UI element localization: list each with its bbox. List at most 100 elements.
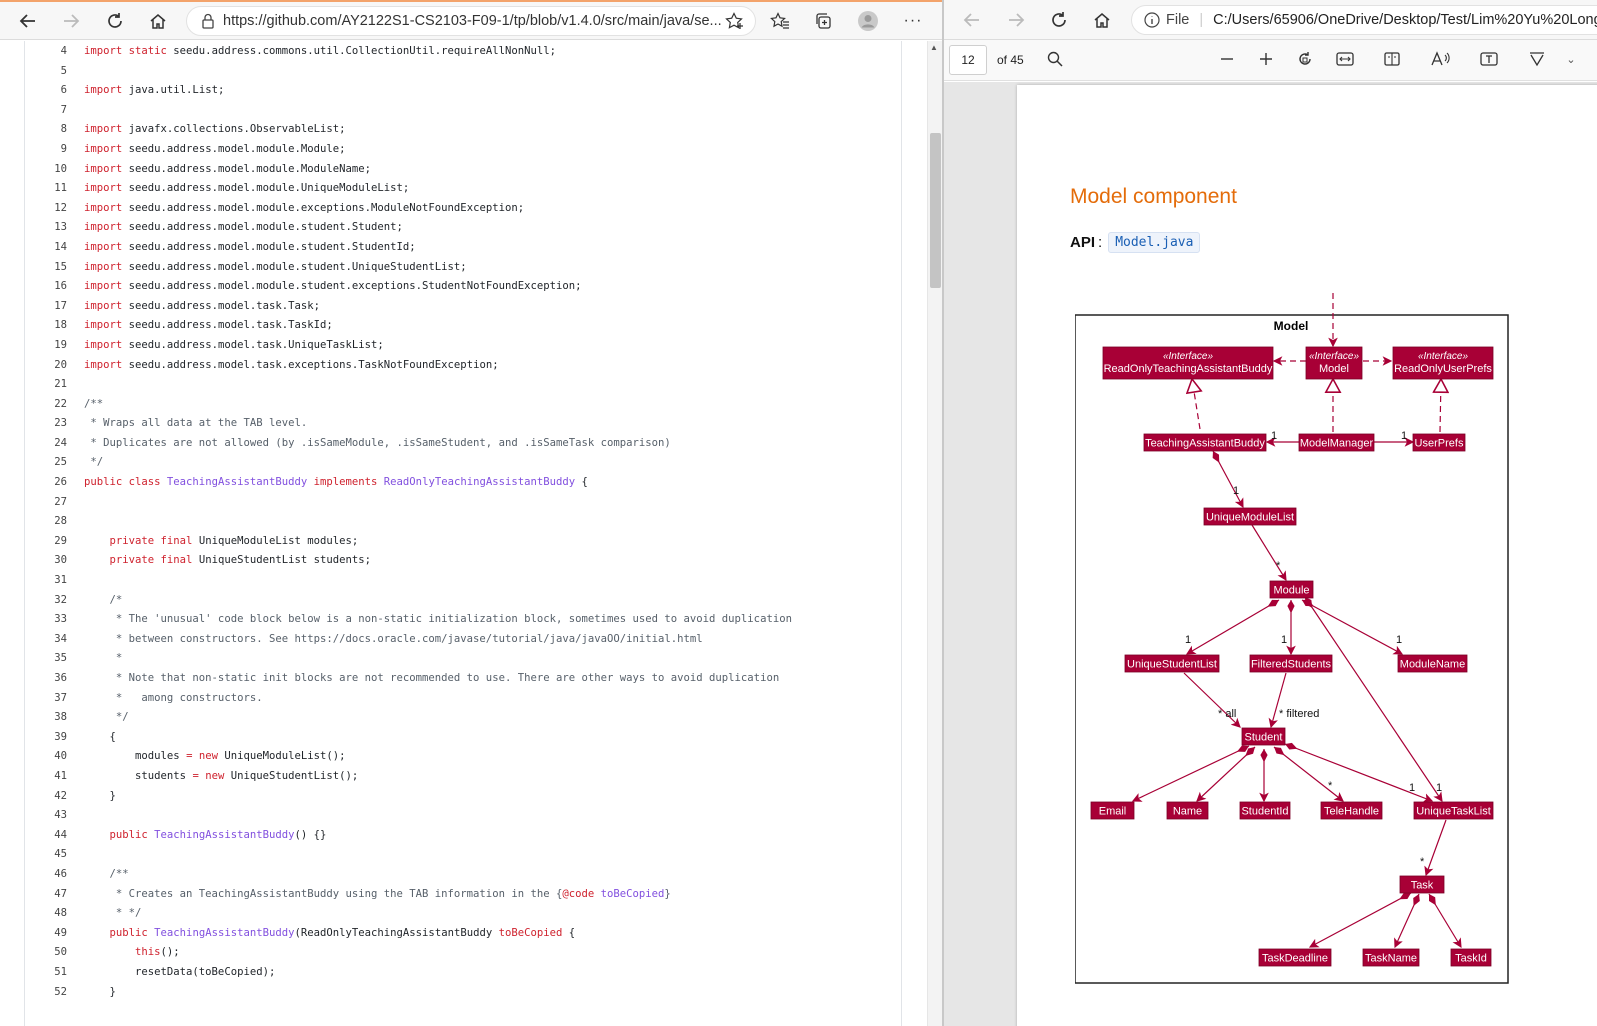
refresh-button[interactable] [1044, 5, 1074, 35]
fit-width-button[interactable] [1330, 44, 1360, 74]
line-number[interactable]: 18 [25, 316, 67, 336]
line-number[interactable]: 49 [25, 924, 67, 944]
line-number[interactable]: 27 [25, 493, 67, 513]
read-aloud-button[interactable] [1426, 44, 1456, 74]
code-token: seedu.address.model.module.Module; [128, 142, 346, 155]
line-number[interactable]: 30 [25, 551, 67, 571]
refresh-button[interactable] [100, 6, 130, 36]
favorites-button[interactable] [765, 6, 795, 36]
line-number[interactable]: 40 [25, 747, 67, 767]
home-button[interactable] [143, 6, 173, 36]
class-node-deadline: TaskDeadline [1258, 948, 1332, 967]
fit-width-icon [1336, 52, 1354, 66]
class-label: ModelManager [1300, 438, 1374, 450]
line-number[interactable]: 4 [25, 42, 67, 62]
line-number[interactable]: 22 [25, 395, 67, 415]
vertical-scrollbar[interactable]: ▲ [927, 41, 942, 1026]
code-line: 33 * The 'unusual' code block below is a… [25, 610, 901, 630]
line-number[interactable]: 19 [25, 336, 67, 356]
line-number[interactable]: 39 [25, 728, 67, 748]
line-number[interactable]: 21 [25, 375, 67, 395]
line-number[interactable]: 43 [25, 806, 67, 826]
line-number[interactable]: 11 [25, 179, 67, 199]
line-number[interactable]: 45 [25, 845, 67, 865]
multiplicity: 1 [1281, 634, 1287, 646]
profile-button[interactable] [853, 6, 883, 36]
line-number[interactable]: 5 [25, 62, 67, 82]
line-number[interactable]: 42 [25, 787, 67, 807]
address-bar[interactable]: https://github.com/AY2122S1-CS2103-F09-1… [186, 6, 756, 36]
back-button[interactable] [13, 6, 43, 36]
code-text: students = new UniqueStudentList(); [67, 767, 358, 787]
page-number-input[interactable]: 12 [949, 45, 987, 75]
line-number[interactable]: 38 [25, 708, 67, 728]
line-number[interactable]: 47 [25, 885, 67, 905]
forward-button[interactable] [1001, 5, 1031, 35]
line-number[interactable]: 13 [25, 218, 67, 238]
search-button[interactable] [1040, 44, 1070, 74]
line-number[interactable]: 15 [25, 258, 67, 278]
line-number[interactable]: 8 [25, 120, 67, 140]
code-line: 10 import seedu.address.model.module.Modu… [25, 160, 901, 180]
line-number[interactable]: 35 [25, 649, 67, 669]
more-button[interactable]: ··· [898, 6, 928, 36]
line-number[interactable]: 33 [25, 610, 67, 630]
line-number[interactable]: 52 [25, 983, 67, 1003]
line-number[interactable]: 34 [25, 630, 67, 650]
code-token: * Duplicates are not allowed (by .isSame… [84, 436, 671, 449]
address-bar[interactable]: File | C:/Users/65906/OneDrive/Desktop/T… [1131, 5, 1597, 35]
avatar-icon [858, 11, 878, 31]
line-number[interactable]: 37 [25, 689, 67, 709]
api-link[interactable]: Model.java [1108, 232, 1201, 253]
class-label: UniqueModuleList [1206, 512, 1294, 524]
line-number[interactable]: 12 [25, 199, 67, 219]
line-number[interactable]: 26 [25, 473, 67, 493]
line-number[interactable]: 44 [25, 826, 67, 846]
line-number[interactable]: 9 [25, 140, 67, 160]
line-number[interactable]: 29 [25, 532, 67, 552]
code-token: */ [84, 711, 129, 724]
line-number[interactable]: 20 [25, 356, 67, 376]
line-number[interactable]: 7 [25, 101, 67, 121]
zoom-out-button[interactable] [1212, 44, 1242, 74]
rotate-button[interactable] [1290, 44, 1320, 74]
add-favorite-icon[interactable] [725, 12, 745, 30]
draw-options-chevron-icon[interactable]: ⌄ [1556, 44, 1586, 74]
scroll-thumb[interactable] [930, 133, 941, 288]
code-token: this [135, 946, 161, 959]
code-line: 34 * between constructors. See https://d… [25, 630, 901, 650]
code-text: * Note that non-static init blocks are n… [67, 669, 779, 689]
line-number[interactable]: 6 [25, 81, 67, 101]
line-number[interactable]: 48 [25, 904, 67, 924]
class-node-name: Name [1166, 801, 1209, 820]
pdf-toolbar: 12 of 45 ⌄ [944, 40, 1597, 81]
class-label: FilteredStudents [1251, 659, 1332, 671]
scroll-up-icon[interactable]: ▲ [930, 43, 938, 52]
line-number[interactable]: 46 [25, 865, 67, 885]
back-button[interactable] [957, 5, 987, 35]
line-number[interactable]: 50 [25, 943, 67, 963]
line-number[interactable]: 16 [25, 277, 67, 297]
zoom-in-button[interactable] [1251, 44, 1281, 74]
line-number[interactable]: 32 [25, 591, 67, 611]
line-number[interactable]: 36 [25, 669, 67, 689]
line-number[interactable]: 31 [25, 571, 67, 591]
line-number[interactable]: 10 [25, 160, 67, 180]
forward-button[interactable] [56, 6, 86, 36]
line-number[interactable]: 25 [25, 453, 67, 473]
text-button[interactable] [1474, 44, 1504, 74]
line-number[interactable]: 41 [25, 767, 67, 787]
line-number[interactable]: 51 [25, 963, 67, 983]
line-number[interactable]: 28 [25, 512, 67, 532]
multiplicity: 1 [1185, 634, 1191, 646]
page-view-button[interactable] [1377, 44, 1407, 74]
code-text: import java.util.List; [67, 81, 224, 101]
line-number[interactable]: 23 [25, 414, 67, 434]
home-button[interactable] [1087, 5, 1117, 35]
line-number[interactable]: 14 [25, 238, 67, 258]
line-number[interactable]: 24 [25, 434, 67, 454]
draw-button[interactable] [1522, 44, 1552, 74]
line-number[interactable]: 17 [25, 297, 67, 317]
collections-button[interactable] [808, 6, 838, 36]
